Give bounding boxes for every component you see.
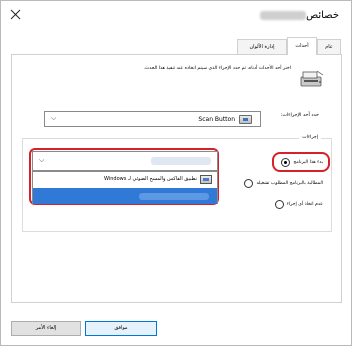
- program-dropdown-list: تطبيق الفاكس والمسح الضوئي لـ Windows: [32, 171, 218, 204]
- title-bar: خصائص: [1, 1, 351, 33]
- radio-prompt-program-label: المطالبة بالبرنامج المطلوب تشغيله: [256, 181, 323, 186]
- radio-button-checked[interactable]: [281, 158, 291, 167]
- tab-general[interactable]: عام: [317, 39, 341, 54]
- event-select-value: Scan Button: [198, 115, 252, 124]
- redacted-device-name: [260, 10, 307, 20]
- events-description: اختر أحد الأحداث أدناه، ثم حدد الإجراء ا…: [143, 66, 291, 71]
- properties-window: خصائص عام أحداث إدارة الألوان اختر أحد ا…: [0, 0, 352, 346]
- program-option-selected[interactable]: [33, 188, 217, 204]
- ok-button[interactable]: موافق: [85, 321, 157, 336]
- program-option-fax-scan[interactable]: تطبيق الفاكس والمسح الضوئي لـ Windows: [33, 172, 217, 188]
- close-icon: [10, 9, 21, 20]
- redacted-program-option: [139, 193, 209, 200]
- program-dropdown[interactable]: ⌵: [32, 151, 218, 171]
- scan-button-icon: [239, 115, 252, 124]
- chevron-down-icon: ⌵: [39, 156, 45, 164]
- radio-button[interactable]: [274, 200, 284, 209]
- close-button[interactable]: [6, 6, 26, 24]
- event-select-label: حدد أحد الإجراءات:: [280, 113, 319, 118]
- selected-event-label: Scan Button: [198, 116, 235, 123]
- radio-start-program[interactable]: بدء هذا البرنامج: [281, 158, 323, 167]
- radio-start-program-label: بدء هذا البرنامج: [293, 160, 323, 165]
- radio-take-no-action-label: عدم اتخاذ أي إجراء: [286, 202, 323, 207]
- actions-group-title: إجراءات: [299, 135, 321, 140]
- scanner-icon: [300, 70, 324, 87]
- window-title-label: خصائص: [306, 10, 339, 21]
- radio-button[interactable]: [244, 179, 254, 188]
- fax-scan-app-icon: [200, 175, 212, 184]
- tab-color-management[interactable]: إدارة الألوان: [237, 39, 287, 54]
- radio-take-no-action[interactable]: عدم اتخاذ أي إجراء: [274, 200, 323, 209]
- redacted-program-name: [151, 157, 211, 165]
- event-select[interactable]: ⌵ Scan Button: [44, 111, 261, 127]
- cancel-button[interactable]: إلغاء الأمر: [11, 321, 81, 336]
- chevron-down-icon: ⌵: [51, 114, 57, 122]
- window-title: خصائص: [256, 10, 339, 21]
- tab-events[interactable]: أحداث: [287, 37, 317, 55]
- program-option-label: تطبيق الفاكس والمسح الضوئي لـ Windows: [104, 176, 197, 182]
- radio-prompt-program[interactable]: المطالبة بالبرنامج المطلوب تشغيله: [244, 179, 323, 188]
